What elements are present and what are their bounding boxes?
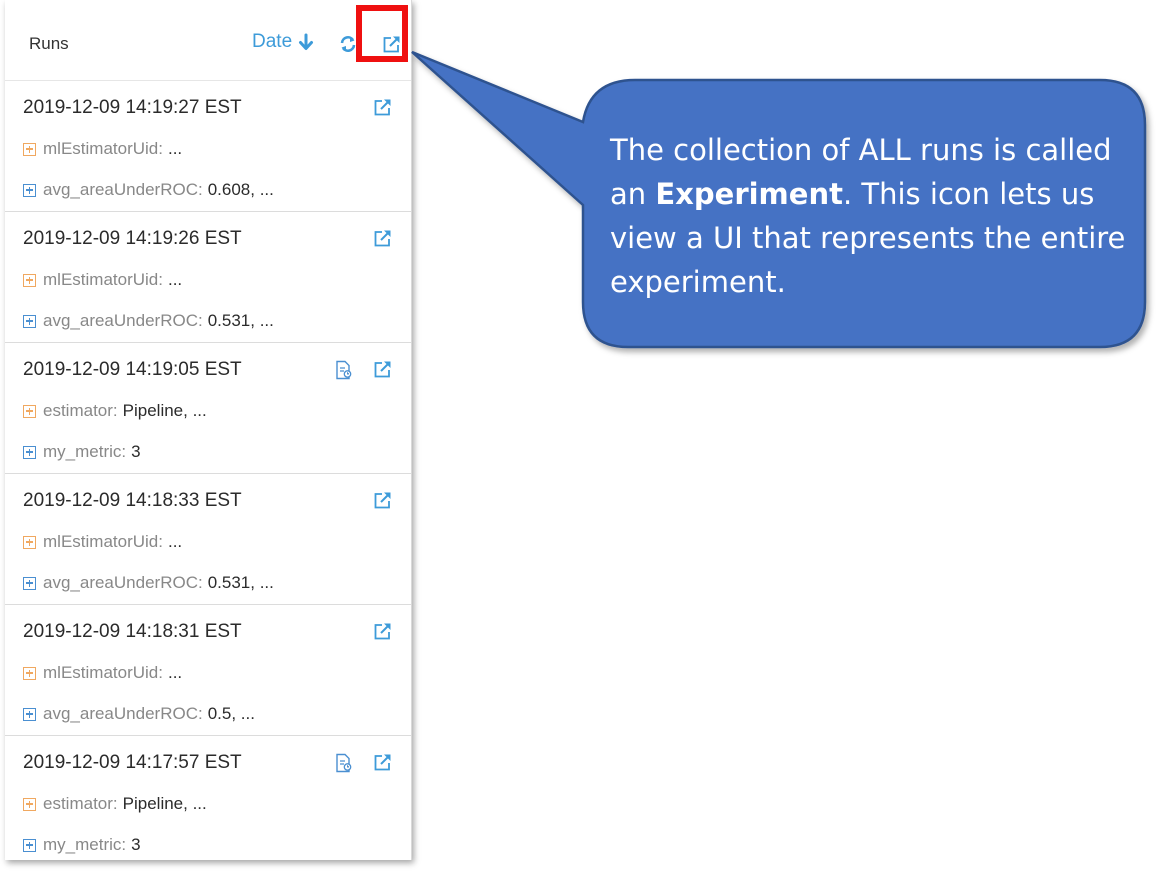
param-key: mlEstimatorUid: <box>43 663 163 682</box>
run-metric-row: my_metric: 3 <box>23 835 141 855</box>
expand-metrics-icon[interactable] <box>23 445 36 459</box>
run-metric-row: my_metric: 3 <box>23 442 141 462</box>
run-param-row: mlEstimatorUid: ... <box>23 270 182 290</box>
metric-key: avg_areaUnderROC: <box>43 573 203 592</box>
runs-title: Runs <box>29 34 69 53</box>
callout-text: The collection of ALL runs is called an … <box>610 128 1130 304</box>
metric-value: 0.531, ... <box>207 311 274 330</box>
sort-label: Date <box>252 31 293 52</box>
external-link-icon[interactable] <box>373 753 392 772</box>
run-list-item[interactable]: 2019-12-09 14:19:27 EST mlEstimatorUid: … <box>5 81 411 212</box>
run-list-item[interactable]: 2019-12-09 14:17:57 EST estimator: Pipel… <box>5 736 411 866</box>
expand-params-icon[interactable] <box>23 404 36 418</box>
metric-key: avg_areaUnderROC: <box>43 180 203 199</box>
metric-value: 0.531, ... <box>207 573 274 592</box>
expand-params-icon[interactable] <box>23 535 36 549</box>
metric-value: 0.5, ... <box>207 704 255 723</box>
external-link-icon[interactable] <box>373 360 392 379</box>
run-param-row: estimator: Pipeline, ... <box>23 794 207 814</box>
run-timestamp-link[interactable]: 2019-12-09 14:18:31 EST <box>23 621 242 643</box>
run-metric-row: avg_areaUnderROC: 0.5, ... <box>23 704 255 724</box>
run-param-row: mlEstimatorUid: ... <box>23 663 182 683</box>
run-timestamp-link[interactable]: 2019-12-09 14:18:33 EST <box>23 490 242 512</box>
expand-metrics-icon[interactable] <box>23 183 36 197</box>
metric-key: avg_areaUnderROC: <box>43 704 203 723</box>
external-link-icon[interactable] <box>373 98 392 117</box>
run-metric-row: avg_areaUnderROC: 0.608, ... <box>23 180 274 200</box>
run-timestamp-link[interactable]: 2019-12-09 14:19:26 EST <box>23 228 242 250</box>
sort-by-date-button[interactable]: Date <box>252 31 314 53</box>
metric-key: my_metric: <box>43 835 127 854</box>
param-key: mlEstimatorUid: <box>43 270 163 289</box>
highlight-box <box>356 5 408 62</box>
param-key: mlEstimatorUid: <box>43 532 163 551</box>
note-icon <box>336 360 352 380</box>
run-param-row: mlEstimatorUid: ... <box>23 139 182 159</box>
external-link-icon[interactable] <box>373 622 392 641</box>
param-value: Pipeline, ... <box>122 794 207 813</box>
run-timestamp-link[interactable]: 2019-12-09 14:17:57 EST <box>23 752 242 774</box>
expand-metrics-icon[interactable] <box>23 576 36 590</box>
param-value: ... <box>167 663 183 682</box>
expand-metrics-icon[interactable] <box>23 838 36 852</box>
run-list-item[interactable]: 2019-12-09 14:18:31 EST mlEstimatorUid: … <box>5 605 411 736</box>
param-key: estimator: <box>43 794 118 813</box>
expand-params-icon[interactable] <box>23 666 36 680</box>
param-key: mlEstimatorUid: <box>43 139 163 158</box>
expand-metrics-icon[interactable] <box>23 707 36 721</box>
param-value: Pipeline, ... <box>122 401 207 420</box>
metric-value: 3 <box>131 442 141 461</box>
refresh-icon[interactable] <box>339 35 357 53</box>
run-metric-row: avg_areaUnderROC: 0.531, ... <box>23 573 274 593</box>
expand-params-icon[interactable] <box>23 142 36 156</box>
run-timestamp-link[interactable]: 2019-12-09 14:19:05 EST <box>23 359 242 381</box>
expand-params-icon[interactable] <box>23 797 36 811</box>
param-value: ... <box>167 532 183 551</box>
run-timestamp-link[interactable]: 2019-12-09 14:19:27 EST <box>23 97 242 119</box>
metric-value: 3 <box>131 835 141 854</box>
arrow-down-icon <box>299 33 314 50</box>
expand-metrics-icon[interactable] <box>23 314 36 328</box>
param-key: estimator: <box>43 401 118 420</box>
runs-panel-header: Runs Date <box>5 0 411 81</box>
run-list-item[interactable]: 2019-12-09 14:19:26 EST mlEstimatorUid: … <box>5 212 411 343</box>
run-param-row: mlEstimatorUid: ... <box>23 532 182 552</box>
param-value: ... <box>167 139 183 158</box>
metric-key: my_metric: <box>43 442 127 461</box>
run-param-row: estimator: Pipeline, ... <box>23 401 207 421</box>
run-list-item[interactable]: 2019-12-09 14:19:05 EST estimator: Pipel… <box>5 343 411 474</box>
metric-key: avg_areaUnderROC: <box>43 311 203 330</box>
expand-params-icon[interactable] <box>23 273 36 287</box>
metric-value: 0.608, ... <box>207 180 274 199</box>
run-list-item[interactable]: 2019-12-09 14:18:33 EST mlEstimatorUid: … <box>5 474 411 605</box>
external-link-icon[interactable] <box>373 229 392 248</box>
run-metric-row: avg_areaUnderROC: 0.531, ... <box>23 311 274 331</box>
note-icon <box>336 753 352 773</box>
param-value: ... <box>167 270 183 289</box>
external-link-icon[interactable] <box>373 491 392 510</box>
callout-bold-term: Experiment <box>655 177 843 211</box>
